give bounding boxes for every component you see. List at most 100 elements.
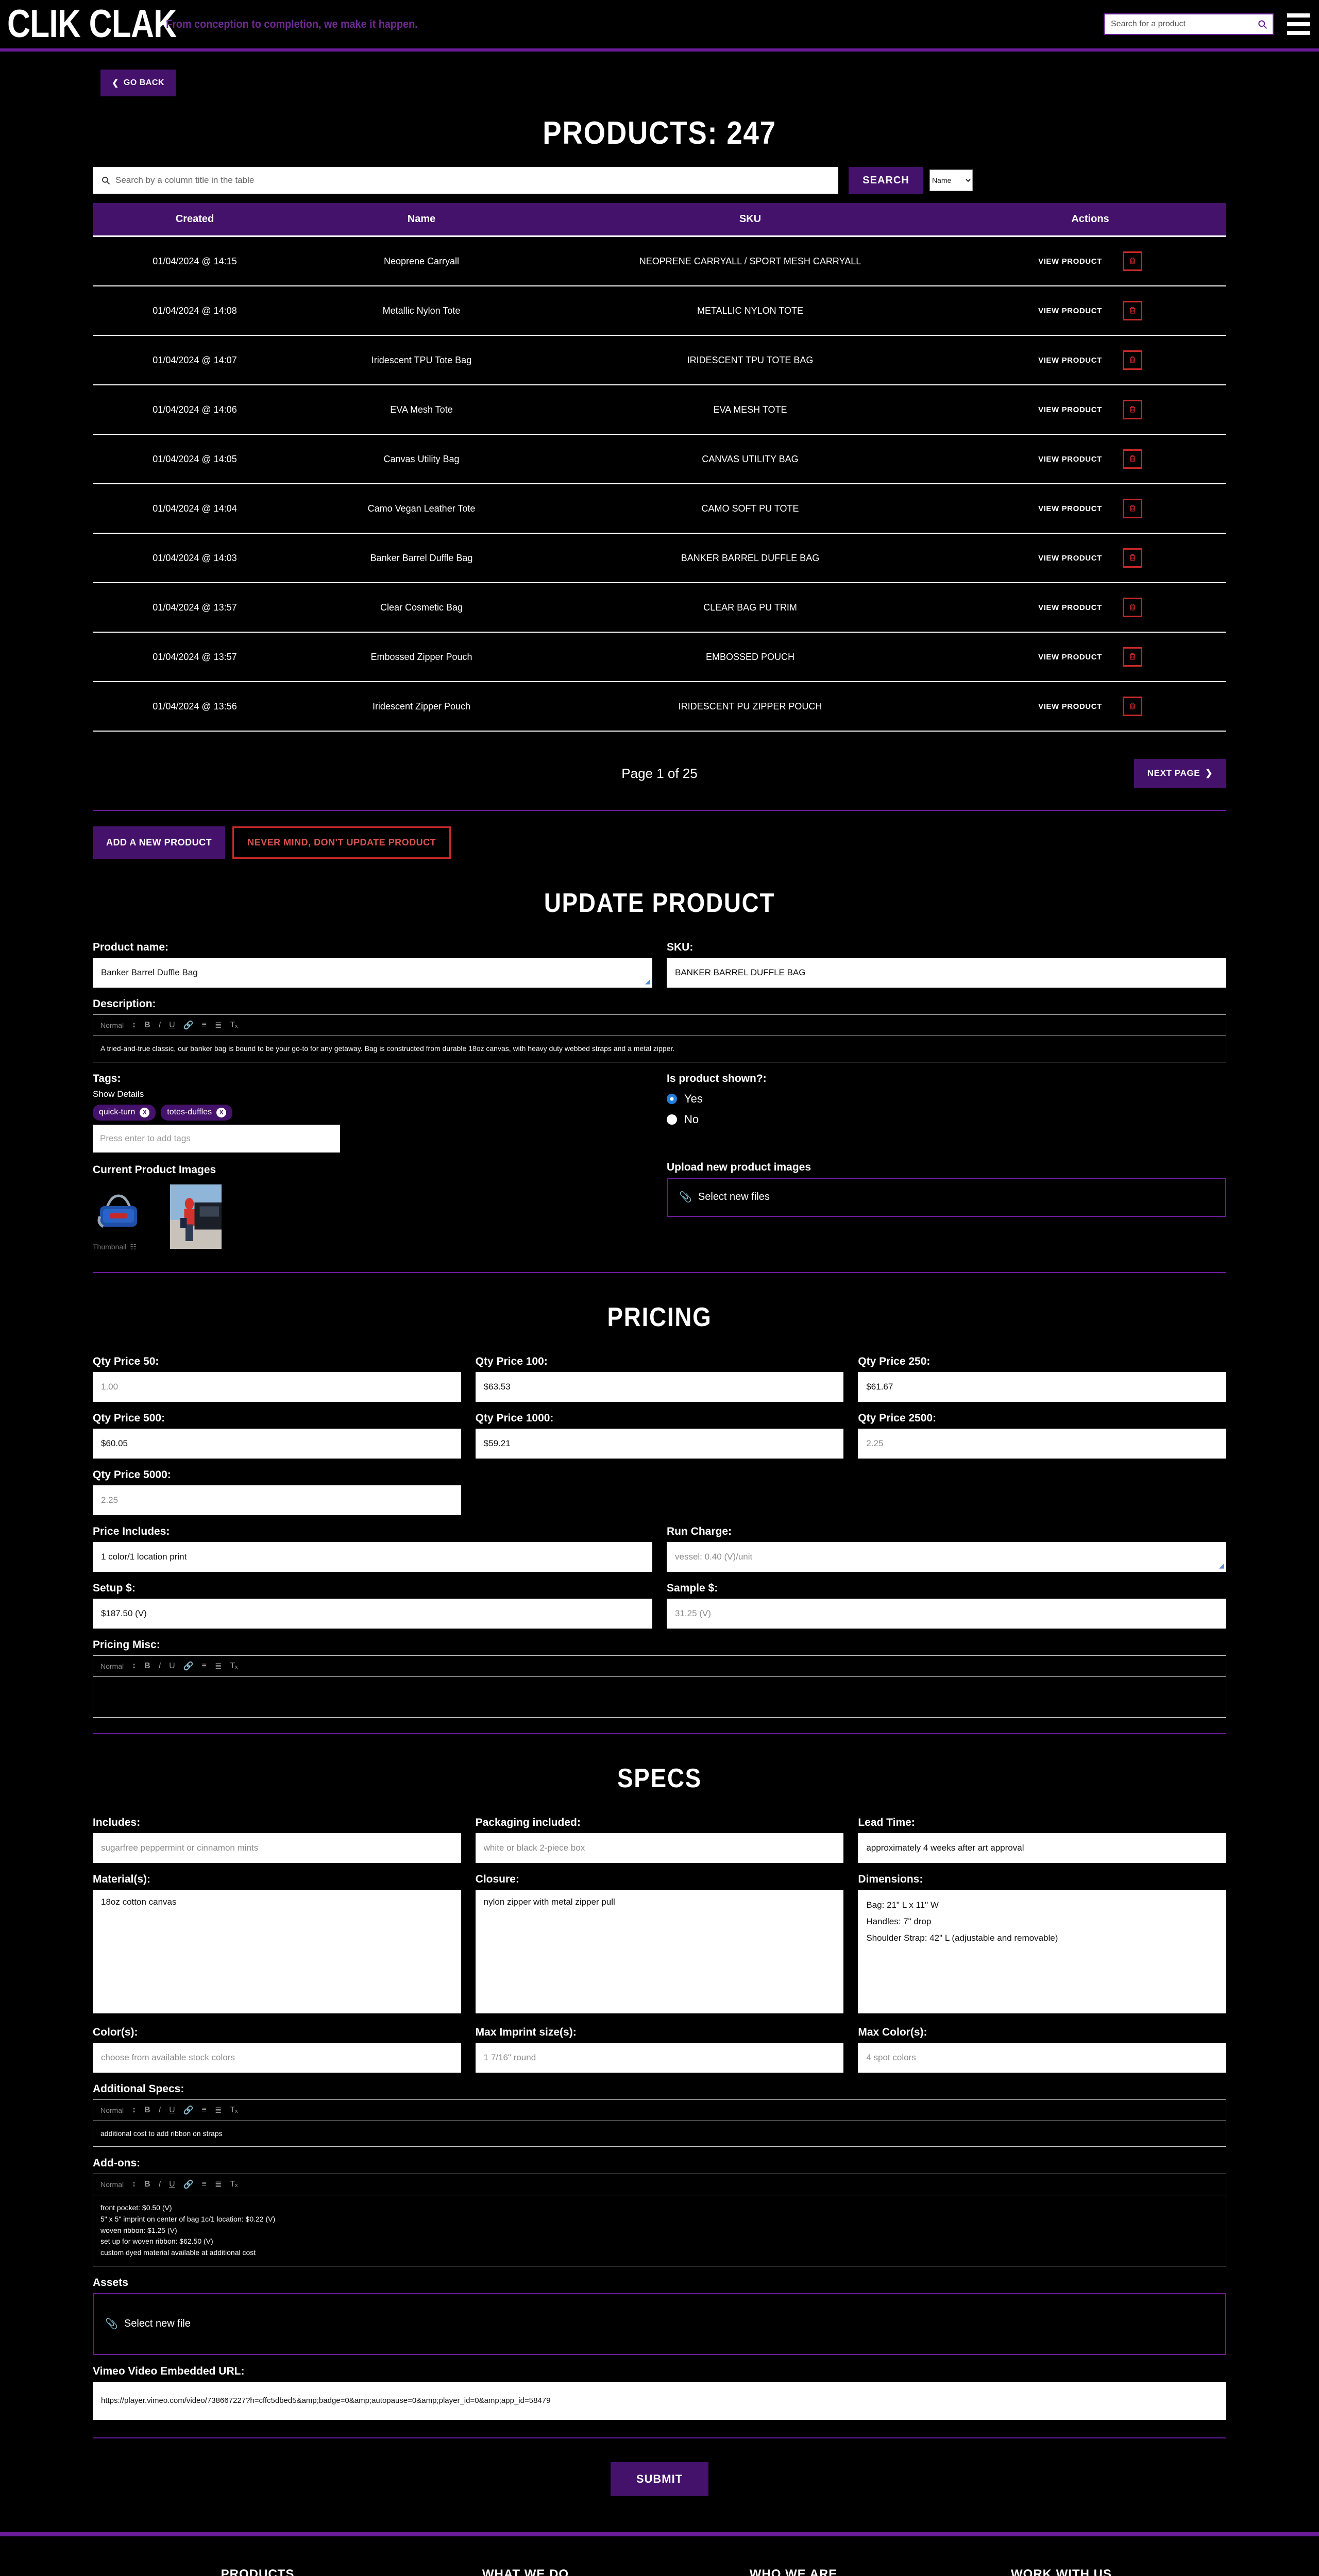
- link-icon[interactable]: 🔗: [183, 2105, 194, 2115]
- pricing-input[interactable]: [475, 1428, 844, 1459]
- addons-editor[interactable]: Normal ↕ B I U 🔗 ≡ ≣ Tₓ front pocket: $0…: [93, 2174, 1226, 2266]
- italic-icon[interactable]: I: [159, 2106, 161, 2115]
- pricing-input[interactable]: [475, 1371, 844, 1402]
- tag-chip[interactable]: quick-turn X: [93, 1104, 156, 1121]
- delete-product-button[interactable]: [1122, 697, 1142, 716]
- tag-input[interactable]: [93, 1124, 340, 1153]
- pricing-misc-text[interactable]: [93, 1677, 1226, 1717]
- column-header-name[interactable]: Name: [297, 203, 546, 237]
- colors-input[interactable]: [93, 2042, 461, 2073]
- delete-product-button[interactable]: [1122, 350, 1142, 370]
- table-row[interactable]: 01/04/2024 @ 14:04 Camo Vegan Leather Tot…: [93, 484, 1226, 534]
- chevron-updown-icon[interactable]: ↕: [132, 2106, 136, 2115]
- product-name-input[interactable]: [93, 958, 652, 988]
- submit-button[interactable]: SUBMIT: [610, 2462, 709, 2496]
- ordered-list-icon[interactable]: ≡: [202, 2180, 207, 2189]
- search-scope-select[interactable]: Name: [929, 170, 973, 191]
- setup-input[interactable]: [93, 1598, 652, 1629]
- delete-product-button[interactable]: [1122, 449, 1142, 469]
- remove-tag-icon[interactable]: X: [140, 1107, 150, 1117]
- table-search[interactable]: [93, 167, 838, 194]
- chevron-updown-icon[interactable]: ↕: [132, 2180, 136, 2189]
- format-select[interactable]: Normal: [100, 1662, 124, 1670]
- header-search-input[interactable]: [1105, 14, 1273, 34]
- table-row[interactable]: 01/04/2024 @ 13:56 Iridescent Zipper Pouc…: [93, 682, 1226, 732]
- ordered-list-icon[interactable]: ≡: [202, 1021, 207, 1030]
- table-row[interactable]: 01/04/2024 @ 14:08 Metallic Nylon Tote MET…: [93, 286, 1226, 336]
- tag-chip[interactable]: totes-duffles X: [161, 1104, 233, 1121]
- italic-icon[interactable]: I: [159, 1662, 161, 1671]
- underline-icon[interactable]: U: [169, 2180, 175, 2189]
- format-select[interactable]: Normal: [100, 2180, 124, 2189]
- clear-format-icon[interactable]: Tₓ: [230, 1662, 238, 1671]
- table-row[interactable]: 01/04/2024 @ 14:03 Banker Barrel Duffle B…: [93, 533, 1226, 583]
- vimeo-input[interactable]: [93, 2381, 1226, 2420]
- view-product-button[interactable]: VIEW PRODUCT: [1038, 356, 1102, 365]
- cancel-update-button[interactable]: NEVER MIND, DON'T UPDATE PRODUCT: [232, 826, 451, 859]
- lead-time-input[interactable]: [858, 1833, 1226, 1863]
- ordered-list-icon[interactable]: ≡: [202, 2106, 207, 2115]
- sample-input[interactable]: [667, 1598, 1226, 1629]
- view-product-button[interactable]: VIEW PRODUCT: [1038, 504, 1102, 513]
- remove-tag-icon[interactable]: X: [216, 1107, 227, 1117]
- radio-yes[interactable]: Yes: [667, 1092, 1226, 1106]
- delete-product-button[interactable]: [1122, 548, 1142, 568]
- table-row[interactable]: 01/04/2024 @ 14:05 Canvas Utility Bag CANV…: [93, 434, 1226, 484]
- search-button[interactable]: SEARCH: [849, 167, 923, 194]
- sku-input[interactable]: [667, 958, 1226, 988]
- packaging-input[interactable]: [475, 1833, 844, 1863]
- link-icon[interactable]: 🔗: [183, 2179, 194, 2190]
- radio-no-dot[interactable]: [667, 1114, 677, 1125]
- includes-input[interactable]: [93, 1833, 461, 1863]
- view-product-button[interactable]: VIEW PRODUCT: [1038, 307, 1102, 315]
- go-back-button[interactable]: ❮ GO BACK: [100, 70, 176, 96]
- bold-icon[interactable]: B: [144, 2106, 150, 2115]
- link-icon[interactable]: 🔗: [183, 1661, 194, 1671]
- next-page-button[interactable]: NEXT PAGE ❯: [1134, 759, 1226, 788]
- addons-text[interactable]: front pocket: $0.50 (V) 5" x 5" imprint o…: [93, 2195, 1226, 2265]
- delete-product-button[interactable]: [1122, 400, 1142, 419]
- upload-images-button[interactable]: 📎 Select new files: [667, 1177, 1226, 1217]
- italic-icon[interactable]: I: [159, 1021, 161, 1030]
- view-product-button[interactable]: VIEW PRODUCT: [1038, 257, 1102, 266]
- view-product-button[interactable]: VIEW PRODUCT: [1038, 405, 1102, 414]
- max-imprint-input[interactable]: [475, 2042, 844, 2073]
- table-row[interactable]: 01/04/2024 @ 14:07 Iridescent TPU Tote Ba…: [93, 335, 1226, 385]
- italic-icon[interactable]: I: [159, 2180, 161, 2189]
- view-product-button[interactable]: VIEW PRODUCT: [1038, 653, 1102, 662]
- closure-textarea[interactable]: nylon zipper with metal zipper pull: [475, 1889, 844, 2013]
- table-row[interactable]: 01/04/2024 @ 14:15 Neoprene Carryall NEOPR…: [93, 236, 1226, 286]
- header-search[interactable]: [1104, 13, 1274, 35]
- view-product-button[interactable]: VIEW PRODUCT: [1038, 702, 1102, 711]
- price-includes-input[interactable]: [93, 1541, 652, 1572]
- pricing-input[interactable]: [858, 1371, 1226, 1402]
- dimensions-textarea[interactable]: Bag: 21" L x 11" W Handles: 7" drop Shou…: [858, 1889, 1226, 2013]
- chevron-updown-icon[interactable]: ↕: [132, 1021, 136, 1030]
- table-search-input[interactable]: [115, 167, 830, 194]
- delete-product-button[interactable]: [1122, 499, 1142, 518]
- view-product-button[interactable]: VIEW PRODUCT: [1038, 554, 1102, 563]
- additional-specs-text[interactable]: additional cost to add ribbon on straps: [93, 2121, 1226, 2147]
- column-header-created[interactable]: Created: [93, 203, 297, 237]
- bullet-list-icon[interactable]: ≣: [215, 1661, 222, 1671]
- table-row[interactable]: 01/04/2024 @ 14:06 EVA Mesh Tote EVA MESH …: [93, 385, 1226, 435]
- pricing-input[interactable]: [93, 1371, 461, 1402]
- clear-format-icon[interactable]: Tₓ: [230, 2180, 238, 2189]
- bold-icon[interactable]: B: [144, 1662, 150, 1671]
- underline-icon[interactable]: U: [169, 1021, 175, 1030]
- footer-nav-link[interactable]: WHO WE ARE: [660, 2567, 927, 2576]
- delete-product-button[interactable]: [1122, 251, 1142, 271]
- table-row[interactable]: 01/04/2024 @ 13:57 Clear Cosmetic Bag CLEA…: [93, 583, 1226, 633]
- bullet-list-icon[interactable]: ≣: [215, 1020, 222, 1030]
- additional-specs-editor[interactable]: Normal ↕ B I U 🔗 ≡ ≣ Tₓ additional cost …: [93, 2099, 1226, 2147]
- footer-nav-link[interactable]: WORK WITH US: [927, 2567, 1195, 2576]
- lifestyle-photo-image[interactable]: [170, 1184, 222, 1249]
- underline-icon[interactable]: U: [169, 1662, 175, 1671]
- view-product-button[interactable]: VIEW PRODUCT: [1038, 603, 1102, 612]
- max-colors-input[interactable]: [858, 2042, 1226, 2073]
- clear-format-icon[interactable]: Tₓ: [230, 1021, 238, 1030]
- bold-icon[interactable]: B: [144, 2180, 150, 2189]
- bullet-list-icon[interactable]: ≣: [215, 2105, 222, 2115]
- link-icon[interactable]: 🔗: [183, 1020, 194, 1030]
- pricing-input[interactable]: [93, 1485, 461, 1515]
